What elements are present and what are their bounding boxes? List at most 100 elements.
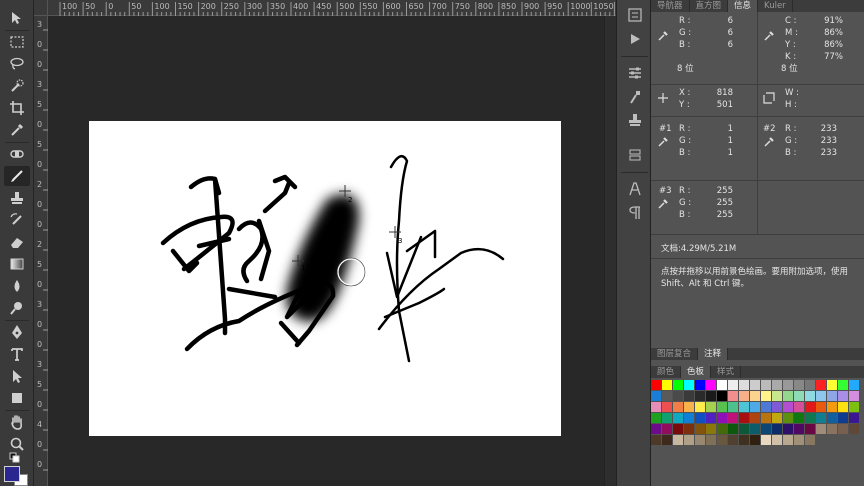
color-swatch[interactable]	[706, 424, 716, 434]
color-swatch[interactable]	[684, 424, 694, 434]
color-swatch[interactable]	[772, 391, 782, 401]
brush-tool[interactable]	[4, 166, 30, 186]
color-swatch[interactable]	[717, 435, 727, 445]
color-swatch[interactable]	[651, 402, 661, 412]
move-tool[interactable]	[4, 8, 30, 28]
color-swatch[interactable]	[706, 391, 716, 401]
color-swatch[interactable]	[783, 402, 793, 412]
color-swatch[interactable]	[783, 413, 793, 423]
color-swatch[interactable]	[673, 380, 683, 390]
color-swatch[interactable]	[717, 380, 727, 390]
color-swatch[interactable]	[673, 424, 683, 434]
tab-color[interactable]: 颜色	[651, 366, 682, 378]
tab-swatches[interactable]: 色板	[681, 366, 712, 378]
color-swatch[interactable]	[805, 435, 815, 445]
color-swatch[interactable]	[849, 391, 859, 401]
color-swatch[interactable]	[827, 402, 837, 412]
color-swatch[interactable]	[662, 391, 672, 401]
color-swatch[interactable]	[651, 435, 661, 445]
color-swatch[interactable]	[838, 413, 848, 423]
color-swatch[interactable]	[816, 380, 826, 390]
dodge-tool[interactable]	[4, 298, 30, 318]
hand-tool[interactable]	[4, 412, 30, 432]
eraser-tool[interactable]	[4, 232, 30, 252]
clone-source-panel-button[interactable]	[625, 112, 645, 130]
color-swatch[interactable]	[706, 380, 716, 390]
color-swatch[interactable]	[695, 402, 705, 412]
healing-brush-tool[interactable]	[4, 144, 30, 164]
color-swatch[interactable]	[673, 413, 683, 423]
document-vertical-scrollbar[interactable]	[604, 16, 616, 486]
ruler-origin[interactable]	[34, 0, 48, 16]
clone-stamp-tool[interactable]	[4, 188, 30, 208]
color-swatch[interactable]	[794, 413, 804, 423]
color-swatch[interactable]	[805, 391, 815, 401]
color-swatch[interactable]	[827, 424, 837, 434]
color-swatch[interactable]	[827, 413, 837, 423]
color-swatch[interactable]	[662, 402, 672, 412]
color-swatch[interactable]	[750, 391, 760, 401]
color-swatch[interactable]	[750, 424, 760, 434]
color-swatch[interactable]	[816, 424, 826, 434]
foreground-color-swatch[interactable]	[4, 466, 20, 482]
blur-tool[interactable]	[4, 276, 30, 296]
color-swatch[interactable]	[772, 380, 782, 390]
tab-styles[interactable]: 样式	[711, 366, 742, 378]
marquee-tool[interactable]	[4, 32, 30, 52]
color-swatch[interactable]	[816, 402, 826, 412]
color-swatch[interactable]	[728, 391, 738, 401]
character-panel-button[interactable]	[625, 180, 645, 198]
color-swatch[interactable]	[695, 413, 705, 423]
color-swatch[interactable]	[838, 424, 848, 434]
default-colors-toggle[interactable]	[4, 452, 30, 466]
color-swatch[interactable]	[783, 435, 793, 445]
pen-tool[interactable]	[4, 322, 30, 342]
color-swatch[interactable]	[849, 402, 859, 412]
color-swatch[interactable]	[838, 380, 848, 390]
tab-navigator[interactable]: 导航器	[651, 0, 690, 12]
color-swatch[interactable]	[717, 413, 727, 423]
color-swatch[interactable]	[706, 435, 716, 445]
color-swatch[interactable]	[717, 402, 727, 412]
color-swatch[interactable]	[651, 391, 661, 401]
color-swatch[interactable]	[673, 435, 683, 445]
color-swatch[interactable]	[739, 380, 749, 390]
color-swatch[interactable]	[849, 380, 859, 390]
color-swatch[interactable]	[827, 380, 837, 390]
color-swatch[interactable]	[816, 413, 826, 423]
color-swatch[interactable]	[794, 435, 804, 445]
lasso-tool[interactable]	[4, 54, 30, 74]
layers-panel-button[interactable]	[625, 146, 645, 164]
color-swatch[interactable]	[794, 380, 804, 390]
color-swatch[interactable]	[750, 380, 760, 390]
tab-info[interactable]: 信息	[728, 0, 759, 12]
history-brush-tool[interactable]	[4, 210, 30, 230]
color-swatch[interactable]	[772, 435, 782, 445]
color-swatch[interactable]	[805, 424, 815, 434]
type-tool[interactable]	[4, 344, 30, 364]
color-swatch[interactable]	[684, 402, 694, 412]
color-swatch[interactable]	[695, 424, 705, 434]
color-swatch[interactable]	[662, 435, 672, 445]
color-swatch[interactable]	[761, 424, 771, 434]
color-swatch[interactable]	[695, 435, 705, 445]
color-swatch[interactable]	[794, 424, 804, 434]
color-swatch[interactable]	[739, 435, 749, 445]
tab-notes[interactable]: 注释	[698, 348, 729, 360]
color-swatch[interactable]	[651, 380, 661, 390]
paragraph-panel-button[interactable]	[625, 204, 645, 222]
color-swatch[interactable]	[739, 413, 749, 423]
color-swatch[interactable]	[783, 380, 793, 390]
color-swatch[interactable]	[838, 402, 848, 412]
color-swatch[interactable]	[783, 391, 793, 401]
color-swatch[interactable]	[772, 413, 782, 423]
color-swatch[interactable]	[728, 435, 738, 445]
color-swatch[interactable]	[662, 380, 672, 390]
document-canvas[interactable]: 1 2 3	[89, 121, 561, 436]
color-swatch[interactable]	[706, 402, 716, 412]
color-swatch[interactable]	[728, 424, 738, 434]
gradient-tool[interactable]	[4, 254, 30, 274]
tab-layer-comps[interactable]: 图层复合	[651, 348, 699, 360]
color-swatch[interactable]	[849, 413, 859, 423]
path-selection-tool[interactable]	[4, 366, 30, 386]
